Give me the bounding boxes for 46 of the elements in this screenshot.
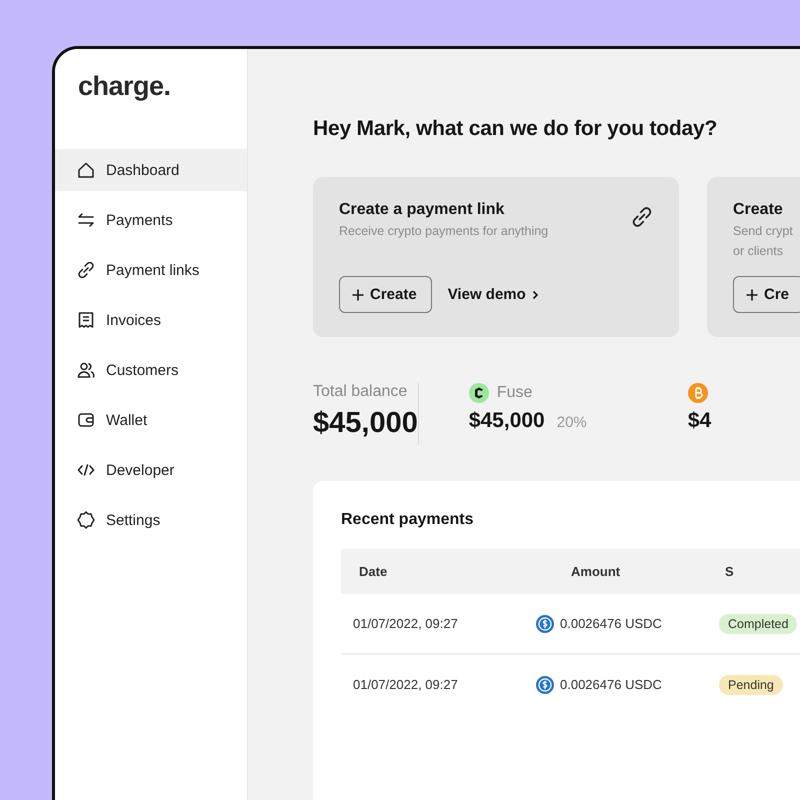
home-icon — [76, 160, 96, 180]
card-description: or clients — [733, 243, 784, 260]
plus-icon — [746, 288, 758, 300]
sidebar-item[interactable]: Payment links — [55, 249, 247, 291]
sidebar-item[interactable]: Developer — [55, 449, 247, 491]
view-demo-link[interactable]: View demo — [448, 286, 539, 303]
card-description: Send crypt — [733, 223, 793, 240]
sidebar-item[interactable]: Invoices — [55, 299, 247, 341]
brand-logo: charge. — [78, 71, 171, 102]
total-balance: $45,000 — [313, 407, 418, 440]
coin-icon — [536, 676, 554, 694]
date-cell-text: 01/07/2022, 09:27 — [353, 616, 459, 631]
asset-name: Fuse — [496, 384, 532, 402]
column-header: S — [725, 564, 735, 579]
sidebar-item[interactable]: Settings — [55, 499, 247, 541]
greeting-heading: Hey Mark, what can we do for you today? — [313, 117, 718, 141]
sidebar-item[interactable]: Customers — [55, 349, 247, 391]
balance-label: Total balance — [313, 383, 408, 401]
panel-title: Recent payments — [341, 511, 474, 529]
amount-cell: 0.0026476 USDC — [560, 616, 662, 631]
people-icon — [76, 360, 96, 380]
coin-icon — [688, 383, 708, 403]
column-header: Date — [359, 564, 388, 579]
sidebar-item[interactable]: Dashboard — [55, 149, 247, 191]
coin-icon — [468, 383, 489, 403]
create-button[interactable]: Create — [339, 276, 432, 313]
create-button[interactable]: Cre — [733, 276, 800, 313]
card-title: Create — [733, 201, 783, 219]
column-header: Amount — [571, 564, 622, 579]
card-title: Create a payment link — [339, 201, 504, 219]
receipt-icon — [76, 310, 96, 330]
link-icon — [630, 205, 654, 229]
link-icon — [76, 260, 96, 280]
asset-share: 20% — [556, 414, 587, 431]
card-description: Receive crypto payments for anything — [339, 223, 548, 240]
status-badge: Completed — [719, 614, 798, 634]
chevron-icon — [532, 290, 539, 300]
asset-balance: $4 — [688, 409, 712, 433]
amount-cell: 0.0026476 USDC — [560, 677, 662, 692]
sidebar-item[interactable]: Wallet — [55, 399, 247, 441]
sidebar-item[interactable]: Payments — [55, 199, 247, 241]
status-badge: Pending — [719, 674, 783, 694]
asset-balance: $45,000 — [468, 409, 545, 433]
coin-icon — [536, 614, 554, 632]
date-cell-text: 01/07/2022, 09:27 — [353, 677, 459, 692]
plus-icon — [352, 288, 364, 300]
